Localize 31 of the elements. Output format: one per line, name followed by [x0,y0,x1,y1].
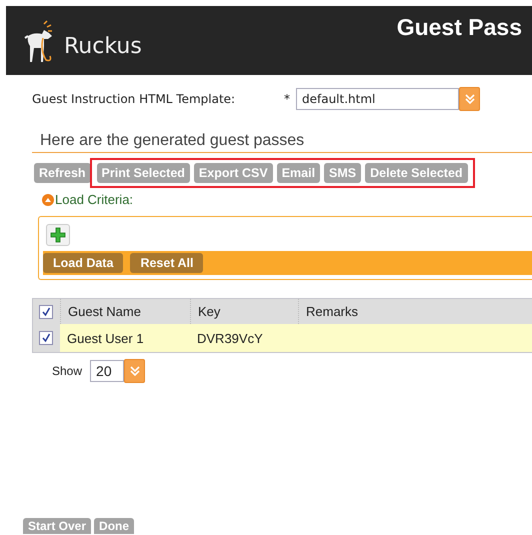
dropdown-button[interactable] [459,87,480,111]
logo-text: Ruckus [64,36,142,61]
table-cell-text: Guest User 1 [66,330,145,348]
section-title: Here are the generated guest passes [32,132,532,153]
action-button[interactable]: Refresh [34,163,91,183]
template-select[interactable]: default.html [296,88,459,110]
action-button[interactable]: Export CSV [194,163,273,183]
action-button[interactable]: SMS [324,163,362,183]
add-button[interactable] [46,224,70,246]
section-label[interactable]: Load Criteria: [55,192,134,207]
double-chevron-down-icon [128,365,141,377]
table-cell-text: DVR39VcY [196,330,264,348]
action-button[interactable]: Print Selected [96,163,190,183]
footer-button[interactable]: Start Over [23,518,92,534]
page-size-select[interactable]: 20 [90,360,124,382]
required-mark: * [284,92,291,106]
page-title: Guest Pass [396,13,523,41]
field-label: Show [52,364,82,378]
dropdown-button[interactable] [124,359,146,383]
field-label: Guest Instruction HTML Template: [32,92,236,106]
double-chevron-down-icon [464,93,476,105]
panel-button[interactable]: Reset All [130,253,204,273]
collapse-icon[interactable] [42,194,54,206]
plus-icon [50,227,66,243]
panel-button[interactable]: Load Data [43,253,124,273]
checkbox[interactable] [39,304,53,318]
action-button[interactable]: Delete Selected [365,163,468,183]
checkbox[interactable] [39,331,53,345]
table-row[interactable]: Guest User 1 DVR39VcY [33,324,532,352]
footer-button[interactable]: Done [94,518,134,534]
action-button[interactable]: Email [276,163,320,183]
